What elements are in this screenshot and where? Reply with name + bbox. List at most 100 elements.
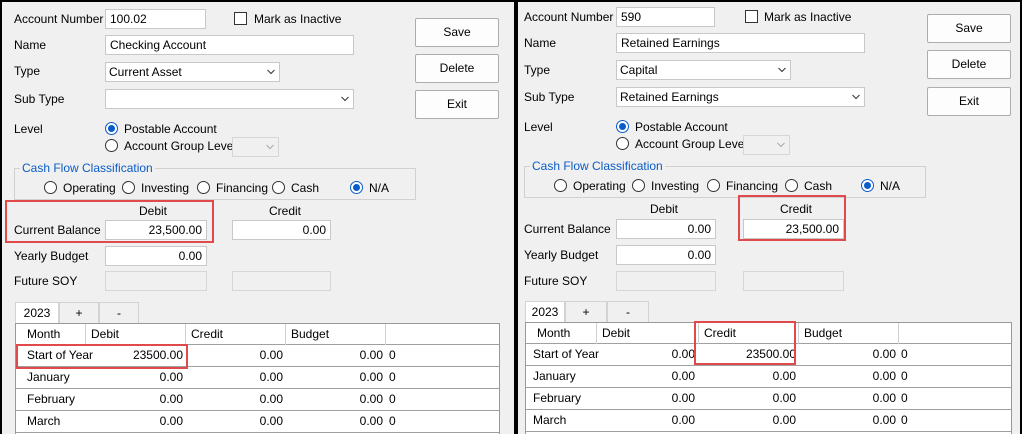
name-field[interactable]: Checking Account: [105, 35, 354, 55]
account-group-level-select[interactable]: [232, 137, 279, 157]
current-balance-credit-field[interactable]: 23,500.00: [743, 219, 844, 239]
row-debit: 0.00: [159, 370, 183, 384]
investing-radio[interactable]: [122, 181, 135, 194]
current-balance-debit-field[interactable]: 0.00: [616, 219, 716, 239]
table-row[interactable]: January 0.00 0.00 0.00 0: [526, 366, 1011, 388]
cash-radio[interactable]: [785, 179, 798, 192]
na-radio[interactable]: [350, 181, 363, 194]
table-row[interactable]: Start of Year 0.00 23500.00 0.00 0: [526, 344, 1011, 366]
exit-button[interactable]: Exit: [415, 90, 499, 119]
row-budget: 0.00: [872, 347, 896, 361]
monthly-grid: Month Debit Credit Budget Start of Year …: [15, 323, 500, 434]
row-debit: 0.00: [671, 413, 695, 427]
chevron-down-icon: [852, 94, 860, 101]
account-group-level-label: Account Group Level: [635, 137, 748, 151]
cash-radio[interactable]: [272, 181, 285, 194]
delete-button[interactable]: Delete: [927, 50, 1011, 79]
financing-radio[interactable]: [707, 179, 720, 192]
yearly-budget-field[interactable]: 0.00: [105, 246, 207, 266]
delete-button[interactable]: Delete: [415, 54, 499, 83]
operating-label: Operating: [573, 179, 626, 193]
name-field[interactable]: Retained Earnings: [616, 33, 865, 53]
row-credit: 0.00: [259, 392, 283, 406]
tab-year[interactable]: 2023: [15, 302, 59, 323]
na-label: N/A: [880, 179, 901, 193]
account-group-level-label: Account Group Level: [124, 139, 237, 153]
mark-inactive-checkbox[interactable]: [745, 10, 758, 23]
table-row[interactable]: March 0.00 0.00 0.00 0: [526, 410, 1011, 432]
row-month: February: [533, 391, 582, 405]
account-number-label: Account Number: [14, 12, 104, 26]
sub-type-select[interactable]: [105, 89, 354, 109]
financing-radio[interactable]: [197, 181, 210, 194]
operating-radio[interactable]: [44, 181, 57, 194]
account-number-field[interactable]: 590: [616, 7, 715, 27]
sub-type-select[interactable]: Retained Earnings: [616, 87, 865, 107]
grid-header-separator: [898, 323, 899, 344]
mark-inactive-checkbox[interactable]: [234, 12, 247, 25]
sub-type-label: Sub Type: [14, 92, 65, 106]
account-number-field[interactable]: 100.02: [105, 9, 206, 29]
investing-label: Investing: [141, 181, 190, 195]
future-soy-credit-field: [743, 271, 844, 291]
row-budget: 0.00: [359, 392, 383, 406]
row-credit: 0.00: [259, 370, 283, 384]
account-group-level-radio[interactable]: [616, 137, 629, 150]
grid-header: Month Debit Credit Budget: [16, 324, 499, 345]
name-label: Name: [524, 36, 557, 50]
table-row[interactable]: February 0.00 0.00 0.00 0: [526, 388, 1011, 410]
operating-label: Operating: [63, 181, 116, 195]
cash-flow-title: Cash Flow Classification: [20, 161, 155, 175]
postable-account-label: Postable Account: [124, 122, 217, 136]
type-select[interactable]: Capital: [616, 60, 791, 80]
table-row[interactable]: March 0.00 0.00 0.00 0: [16, 411, 499, 433]
yearly-budget-field[interactable]: 0.00: [616, 245, 716, 265]
investing-radio[interactable]: [632, 179, 645, 192]
grid-header-separator: [596, 323, 597, 344]
save-button[interactable]: Save: [415, 18, 499, 47]
chevron-down-icon: [341, 96, 349, 103]
financing-label: Financing: [726, 179, 779, 193]
table-row[interactable]: February 0.00 0.00 0.00 0: [16, 389, 499, 411]
type-select[interactable]: Current Asset: [105, 62, 280, 82]
na-radio[interactable]: [861, 179, 874, 192]
tab-add-year[interactable]: +: [59, 302, 99, 323]
grid-header-separator: [698, 323, 699, 344]
mark-inactive-label: Mark as Inactive: [764, 10, 852, 24]
row-budget: 0.00: [359, 348, 383, 362]
row-extra: 0: [389, 414, 396, 428]
level-label: Level: [14, 122, 43, 136]
row-extra: 0: [901, 413, 908, 427]
row-credit: 0.00: [772, 369, 796, 383]
level-label: Level: [524, 120, 553, 134]
account-group-level-radio[interactable]: [105, 139, 118, 152]
row-extra: 0: [901, 369, 908, 383]
current-balance-credit-field[interactable]: 0.00: [232, 220, 331, 240]
grid-header-separator: [185, 324, 186, 345]
tab-remove-year[interactable]: -: [99, 302, 139, 323]
future-soy-label: Future SOY: [524, 274, 588, 288]
grid-header-budget: Budget: [804, 326, 843, 340]
tab-year[interactable]: 2023: [525, 301, 565, 322]
operating-radio[interactable]: [554, 179, 567, 192]
chevron-down-icon: [777, 142, 785, 149]
tab-add-year[interactable]: +: [565, 301, 607, 322]
table-row[interactable]: January 0.00 0.00 0.00 0: [16, 367, 499, 389]
row-budget: 0.00: [359, 370, 383, 384]
row-debit: 23500.00: [132, 348, 183, 362]
future-soy-debit-field: [105, 271, 207, 291]
current-balance-debit-field[interactable]: 23,500.00: [105, 220, 207, 240]
postable-account-radio[interactable]: [105, 122, 118, 135]
exit-button[interactable]: Exit: [927, 87, 1011, 116]
save-button[interactable]: Save: [927, 14, 1011, 43]
chevron-down-icon: [778, 67, 786, 74]
row-credit: 0.00: [772, 391, 796, 405]
row-budget: 0.00: [872, 391, 896, 405]
account-group-level-select[interactable]: [743, 135, 790, 155]
postable-account-radio[interactable]: [616, 120, 629, 133]
future-soy-label: Future SOY: [14, 274, 78, 288]
tab-remove-year[interactable]: -: [607, 301, 649, 322]
table-row[interactable]: Start of Year 23500.00 0.00 0.00 0: [16, 345, 499, 367]
grid-header-debit: Debit: [602, 326, 631, 340]
cash-label: Cash: [804, 179, 833, 193]
